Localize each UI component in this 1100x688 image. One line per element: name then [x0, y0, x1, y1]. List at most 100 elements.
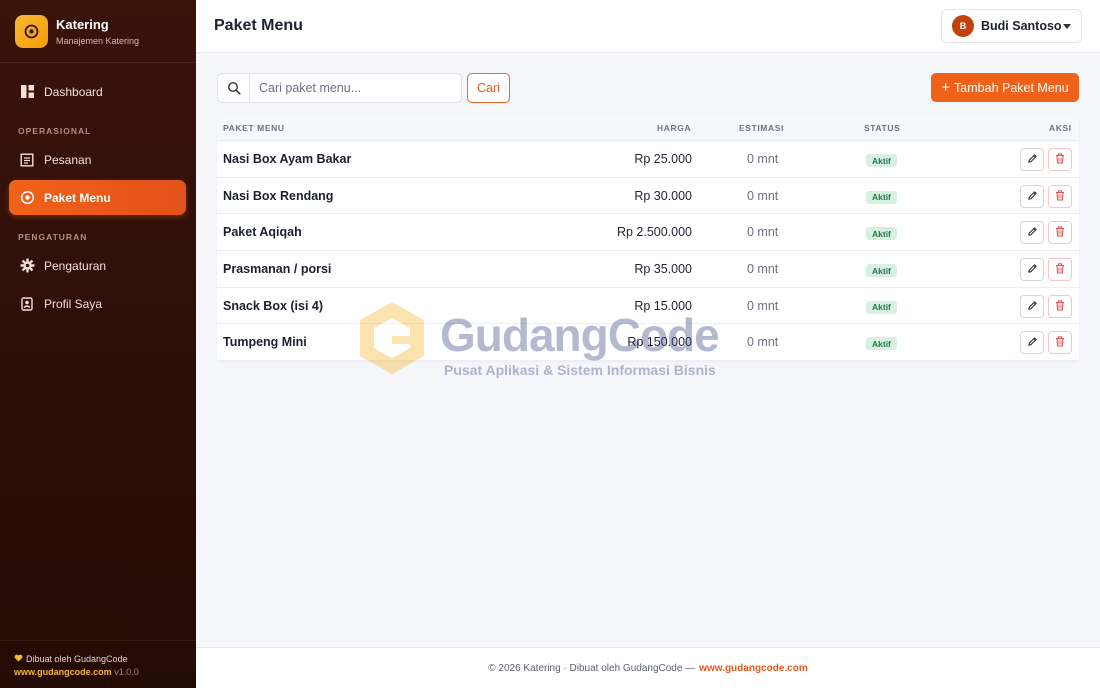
footer-text: © 2026 Katering · Dibuat oleh GudangCode…	[488, 662, 696, 674]
profile-icon	[19, 296, 35, 312]
status-badge: Aktif	[866, 337, 897, 351]
table-row[interactable]: Nasi Box Ayam Bakar Rp 25.000 0 mnt Akti…	[217, 141, 1079, 178]
brand-subtitle: Manajemen Katering	[56, 35, 140, 46]
delete-button[interactable]	[1048, 148, 1072, 171]
status-badge: Aktif	[866, 264, 897, 278]
search-button[interactable]: Cari	[467, 73, 510, 103]
status-badge: Aktif	[866, 154, 897, 167]
menu-price: Rp 15.000	[634, 298, 692, 313]
user-name: Budi Santoso	[981, 19, 1062, 33]
delete-button[interactable]	[1048, 184, 1072, 208]
trash-icon	[1055, 299, 1065, 314]
trash-icon	[1055, 262, 1065, 277]
section-label-pengaturan: PENGATURAN	[18, 232, 88, 242]
search-icon	[218, 74, 250, 102]
trash-icon	[1055, 189, 1065, 204]
status-badge: Aktif	[866, 227, 897, 241]
delete-button[interactable]	[1048, 331, 1072, 355]
pencil-icon	[1027, 299, 1038, 314]
search-box	[217, 73, 462, 103]
menu-estimate: 0 mnt	[747, 188, 779, 203]
col-header-harga[interactable]: HARGA	[657, 123, 691, 133]
col-header-aksi: AKSI	[1049, 123, 1072, 133]
table-row[interactable]: Tumpeng Mini Rp 150.000 0 mnt Aktif	[217, 324, 1079, 362]
pencil-icon	[1027, 152, 1038, 167]
menu-name: Snack Box (isi 4)	[223, 298, 324, 313]
topbar: Paket Menu B Budi Santoso	[196, 0, 1100, 53]
sidebar-item-label: Pengaturan	[44, 258, 107, 273]
delete-button[interactable]	[1048, 258, 1072, 282]
brand[interactable]: Katering Manajemen Katering	[0, 0, 196, 63]
col-header-status[interactable]: STATUS	[864, 123, 900, 133]
gudangcode-link[interactable]: www.gudangcode.com	[14, 667, 112, 677]
plus-icon: +	[941, 79, 951, 96]
trash-icon	[1055, 225, 1065, 240]
menu-estimate: 0 mnt	[747, 298, 779, 313]
status-badge: Aktif	[866, 190, 897, 204]
sidebar-item-profil-saya[interactable]: Profil Saya	[9, 286, 186, 321]
col-header-paket-menu[interactable]: PAKET MENU	[223, 123, 285, 133]
trash-icon	[1055, 152, 1065, 167]
menu-price: Rp 35.000	[634, 262, 692, 277]
brand-logo-icon	[15, 14, 48, 48]
delete-button[interactable]	[1048, 294, 1072, 318]
chevron-down-icon	[1063, 24, 1071, 29]
menu-price: Rp 150.000	[627, 335, 692, 350]
menu-package-icon	[19, 190, 35, 206]
avatar: B	[952, 15, 974, 37]
menu-price: Rp 2.500.000	[616, 225, 692, 240]
table-header: PAKET MENU HARGA ESTIMASI STATUS AKSI	[217, 114, 1079, 141]
gear-icon	[19, 258, 35, 274]
edit-button[interactable]	[1020, 184, 1044, 208]
version-text: v1.0.0	[114, 667, 139, 677]
pencil-icon	[1027, 225, 1038, 240]
menu-price: Rp 30.000	[634, 188, 692, 203]
menu-estimate: 0 mnt	[747, 152, 779, 166]
edit-button[interactable]	[1020, 331, 1044, 355]
sidebar-item-pengaturan[interactable]: Pengaturan	[9, 248, 186, 283]
section-label-operasional: OPERASIONAL	[18, 126, 92, 136]
edit-button[interactable]	[1020, 221, 1044, 245]
menu-name: Nasi Box Ayam Bakar	[223, 152, 352, 166]
sidebar-item-label: Paket Menu	[44, 190, 111, 205]
table-row[interactable]: Paket Aqiqah Rp 2.500.000 0 mnt Aktif	[217, 214, 1079, 252]
table-row[interactable]: Prasmanan / porsi Rp 35.000 0 mnt Aktif	[217, 251, 1079, 288]
table-row[interactable]: Nasi Box Rendang Rp 30.000 0 mnt Aktif	[217, 178, 1079, 215]
heart-icon	[14, 653, 23, 666]
menu-estimate: 0 mnt	[747, 225, 779, 240]
menu-name: Prasmanan / porsi	[223, 262, 332, 277]
edit-button[interactable]	[1020, 258, 1044, 282]
sidebar-item-paket-menu[interactable]: Paket Menu	[9, 180, 186, 215]
orders-icon	[19, 152, 35, 168]
add-menu-package-button[interactable]: + Tambah Paket Menu	[931, 73, 1079, 102]
made-by-text: Dibuat oleh GudangCode	[26, 654, 128, 664]
delete-button[interactable]	[1048, 221, 1072, 245]
watermark-tagline: Pusat Aplikasi & Sistem Informasi Bisnis	[444, 362, 716, 378]
user-menu-button[interactable]: B Budi Santoso	[941, 9, 1082, 43]
table-row[interactable]: Snack Box (isi 4) Rp 15.000 0 mnt Aktif	[217, 288, 1079, 325]
footer-link[interactable]: www.gudangcode.com	[699, 663, 808, 674]
page-footer: © 2026 Katering · Dibuat oleh GudangCode…	[196, 647, 1100, 688]
menu-estimate: 0 mnt	[747, 335, 779, 350]
col-header-estimasi[interactable]: ESTIMASI	[739, 123, 784, 133]
menu-price: Rp 25.000	[634, 152, 692, 166]
sidebar-item-pesanan[interactable]: Pesanan	[9, 142, 186, 177]
sidebar-item-label: Profil Saya	[44, 296, 103, 311]
sidebar: Katering Manajemen Katering Dashboard OP…	[0, 0, 196, 688]
dashboard-icon	[19, 84, 35, 100]
menu-name: Paket Aqiqah	[223, 225, 302, 240]
add-button-label: Tambah Paket Menu	[954, 80, 1069, 95]
search-input[interactable]	[250, 74, 461, 102]
status-badge: Aktif	[866, 300, 897, 314]
menu-name: Nasi Box Rendang	[223, 188, 334, 203]
menu-name: Tumpeng Mini	[223, 335, 307, 350]
trash-icon	[1055, 335, 1065, 350]
pencil-icon	[1027, 335, 1038, 350]
page-title: Paket Menu	[214, 17, 303, 34]
sidebar-item-dashboard[interactable]: Dashboard	[9, 74, 186, 109]
menu-estimate: 0 mnt	[747, 262, 779, 277]
sidebar-item-label: Pesanan	[44, 152, 92, 167]
edit-button[interactable]	[1020, 294, 1044, 318]
edit-button[interactable]	[1020, 148, 1044, 171]
sidebar-item-label: Dashboard	[44, 84, 103, 99]
